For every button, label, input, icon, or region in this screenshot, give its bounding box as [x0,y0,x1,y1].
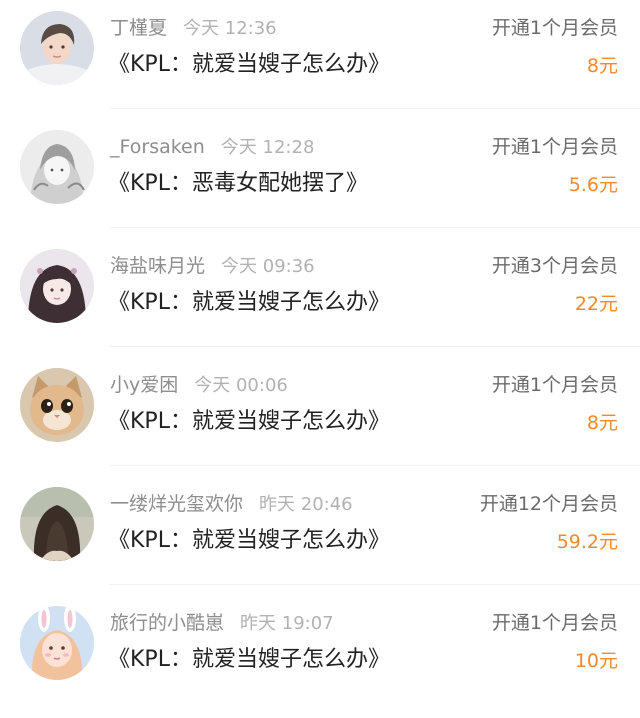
membership-action: 开通12个月会员 [479,493,618,515]
book-title: 《KPL：就爱当嫂子怎么办》 [108,647,390,672]
payment-amount: 10元 [574,650,618,672]
row-divider [110,227,640,228]
user-name: 海盐味月光 [110,255,206,277]
user-name: _Forsaken [110,136,205,158]
order-time: 今天 09:36 [221,256,315,277]
payment-amount: 59.2元 [556,531,618,553]
membership-action: 开通1个月会员 [491,17,618,39]
order-time: 昨天 20:46 [259,494,353,515]
avatar-bunny-girl-icon[interactable] [20,606,94,680]
user-name: 一缕烊光玺欢你 [110,493,244,515]
row-divider [110,584,640,585]
user-meta: 一缕烊光玺欢你 昨天 20:46 [110,490,353,518]
order-time: 今天 12:36 [183,18,277,39]
payment-amount: 8元 [586,55,618,77]
user-name: 旅行的小酷崽 [110,612,225,634]
row-divider [110,465,640,466]
user-meta: _Forsaken 今天 12:28 [110,133,314,161]
list-item[interactable]: 一缕烊光玺欢你 昨天 20:46 《KPL：就爱当嫂子怎么办》 开通12个月会员 … [0,480,640,599]
book-title: 《KPL：就爱当嫂子怎么办》 [108,409,390,434]
list-item[interactable]: 小y爱困 今天 00:06 《KPL：就爱当嫂子怎么办》 开通1个月会员 8元 [0,361,640,480]
user-meta: 海盐味月光 今天 09:36 [110,252,315,280]
list-item[interactable]: 旅行的小酷崽 昨天 19:07 《KPL：就爱当嫂子怎么办》 开通1个月会员 10… [0,599,640,718]
avatar-drawn-girl-icon[interactable] [20,249,94,323]
avatar-cat-icon[interactable] [20,368,94,442]
membership-action: 开通1个月会员 [491,136,618,158]
list-item[interactable]: _Forsaken 今天 12:28 《KPL：恶毒女配她摆了》 开通1个月会员 … [0,123,640,242]
payment-amount: 8元 [586,412,618,434]
payment-amount: 22元 [574,293,618,315]
list-item[interactable]: 海盐味月光 今天 09:36 《KPL：就爱当嫂子怎么办》 开通3个月会员 22元 [0,242,640,361]
list-item[interactable]: 丁槿夏 今天 12:36 《KPL：就爱当嫂子怎么办》 开通1个月会员 8元 [0,4,640,123]
book-title: 《KPL：就爱当嫂子怎么办》 [108,52,390,77]
book-title: 《KPL：恶毒女配她摆了》 [108,171,368,196]
avatar-sketch-girl-icon[interactable] [20,130,94,204]
user-meta: 旅行的小酷崽 昨天 19:07 [110,609,334,637]
membership-order-list: 丁槿夏 今天 12:36 《KPL：就爱当嫂子怎么办》 开通1个月会员 8元 _F… [0,0,640,702]
book-title: 《KPL：就爱当嫂子怎么办》 [108,528,390,553]
order-time: 今天 00:06 [194,375,288,396]
payment-amount: 5.6元 [568,174,618,196]
user-name: 小y爱困 [110,374,179,396]
avatar-young-man-icon[interactable] [20,11,94,85]
user-meta: 小y爱困 今天 00:06 [110,371,288,399]
membership-action: 开通1个月会员 [491,374,618,396]
order-time: 昨天 19:07 [240,613,334,634]
book-title: 《KPL：就爱当嫂子怎么办》 [108,290,390,315]
row-divider [110,346,640,347]
row-divider [110,108,640,109]
membership-action: 开通3个月会员 [491,255,618,277]
user-meta: 丁槿夏 今天 12:36 [110,14,277,42]
order-time: 今天 12:28 [220,137,315,158]
membership-action: 开通1个月会员 [491,612,618,634]
user-name: 丁槿夏 [110,17,168,39]
avatar-long-hair-girl-icon[interactable] [20,487,94,561]
